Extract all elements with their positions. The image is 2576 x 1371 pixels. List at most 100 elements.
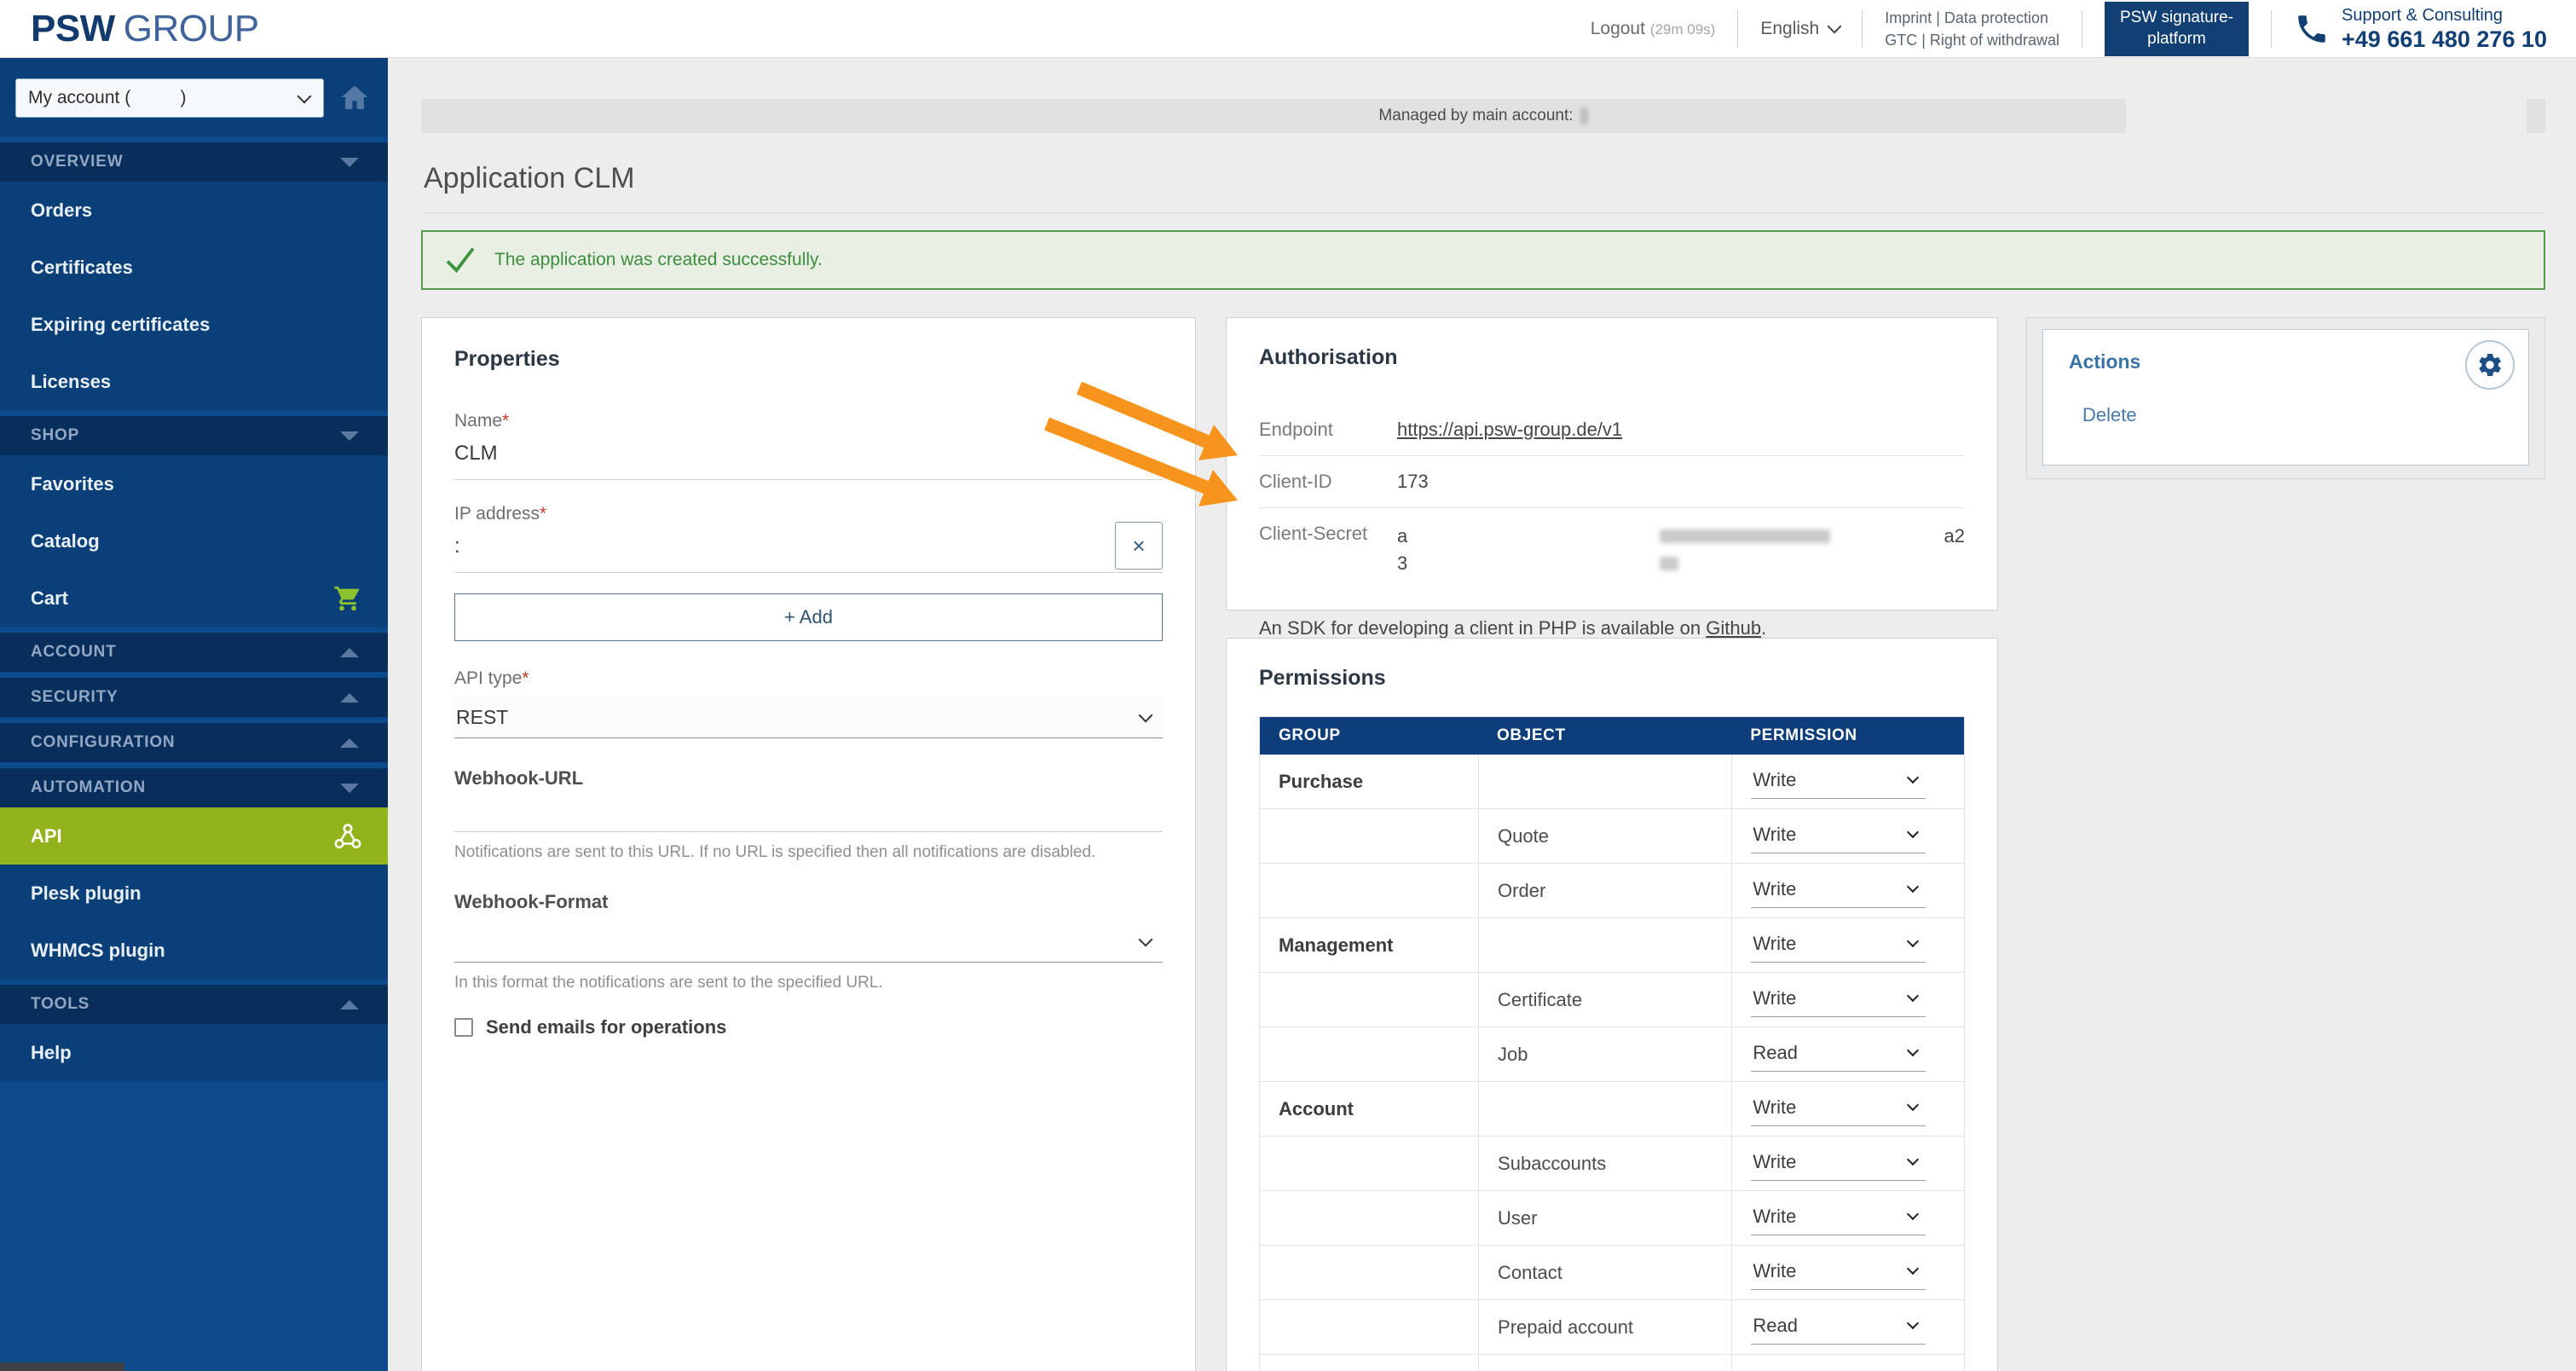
- sidebar-section-header-account[interactable]: ACCOUNT: [0, 633, 388, 672]
- permission-select[interactable]: Write: [1751, 819, 1926, 853]
- permissions-card: Permissions GROUP OBJECT PERMISSION Purc…: [1226, 638, 1998, 1371]
- sidebar-item-label: Certificates: [31, 257, 133, 279]
- cart-icon: [333, 584, 362, 613]
- webhook-url-input[interactable]: [454, 795, 1163, 832]
- table-row: Contact Write: [1260, 1246, 1964, 1300]
- account-select[interactable]: My account ( ): [15, 78, 324, 118]
- required-marker: *: [522, 668, 528, 688]
- permission-select[interactable]: Write: [1751, 1200, 1926, 1235]
- github-link[interactable]: Github: [1706, 617, 1761, 639]
- client-secret-line2-start: 3: [1397, 552, 1407, 574]
- permission-select[interactable]: Write: [1751, 764, 1926, 799]
- chevron-down-icon: [1907, 1317, 1919, 1329]
- object-cell: Job: [1498, 1044, 1528, 1066]
- authorisation-card-title: Authorisation: [1259, 345, 1965, 370]
- sidebar-item-cart[interactable]: Cart: [0, 570, 388, 627]
- sidebar-item-plesk-plugin[interactable]: Plesk plugin: [0, 865, 388, 922]
- sidebar-item-expiring-certificates[interactable]: Expiring certificates: [0, 296, 388, 353]
- sidebar-item-licenses[interactable]: Licenses: [0, 353, 388, 410]
- permission-select[interactable]: Write: [1751, 982, 1926, 1017]
- permissions-card-title: Permissions: [1259, 666, 1965, 691]
- webhook-format-select[interactable]: [454, 922, 1163, 963]
- webhook-format-label: Webhook-Format: [454, 891, 1163, 913]
- sidebar-item-favorites[interactable]: Favorites: [0, 455, 388, 512]
- client-secret-row: Client-Secret a a2 3: [1259, 508, 1965, 592]
- remove-ip-button[interactable]: ×: [1115, 522, 1163, 570]
- signature-button-line1: PSW signature-: [2120, 8, 2233, 29]
- permission-select[interactable]: Write: [1751, 1146, 1926, 1181]
- ip-address-field[interactable]: :: [454, 535, 1163, 573]
- section-label: ACCOUNT: [31, 643, 117, 662]
- sidebar-item-api[interactable]: API: [0, 807, 388, 865]
- client-secret-line1-start: a: [1397, 525, 1407, 547]
- phone-icon: [2294, 11, 2330, 47]
- section-label: AUTOMATION: [31, 778, 146, 797]
- settings-button[interactable]: [2465, 340, 2515, 390]
- send-emails-checkbox[interactable]: [454, 1018, 473, 1037]
- permission-select[interactable]: Read: [1751, 1310, 1926, 1345]
- header-separator: [1737, 10, 1738, 48]
- legal-links-line2[interactable]: GTC | Right of withdrawal: [1885, 29, 2059, 51]
- client-secret-line1-end: a2: [1944, 523, 1965, 550]
- sidebar-section-header-configuration[interactable]: CONFIGURATION: [0, 723, 388, 762]
- webhook-url-label: Webhook-URL: [454, 767, 1163, 790]
- permission-select[interactable]: Write: [1751, 873, 1926, 908]
- sidebar-item-help[interactable]: Help: [0, 1024, 388, 1081]
- permission-select[interactable]: Write: [1751, 1255, 1926, 1290]
- bottom-bar: [0, 1362, 124, 1371]
- chevron-down-icon: [340, 431, 359, 441]
- properties-card-title: Properties: [454, 347, 1163, 372]
- gear-icon: [2476, 351, 2504, 379]
- client-id-value: 173: [1397, 471, 1965, 493]
- sidebar-section-configuration: CONFIGURATION: [0, 723, 388, 762]
- sidebar-item-label: Licenses: [31, 371, 111, 393]
- group-cell: Management: [1279, 934, 1393, 957]
- endpoint-link[interactable]: https://api.psw-group.de/v1: [1397, 419, 1622, 440]
- permission-select[interactable]: Read: [1751, 1037, 1926, 1072]
- sidebar-item-orders[interactable]: Orders: [0, 182, 388, 239]
- properties-card: Properties Name* CLM IP address* : × + A…: [421, 317, 1196, 1371]
- delete-action-link[interactable]: Delete: [2082, 404, 2137, 426]
- chevron-down-icon: [1907, 935, 1919, 947]
- chevron-up-icon: [340, 693, 359, 703]
- sidebar-item-certificates[interactable]: Certificates: [0, 239, 388, 296]
- name-field[interactable]: CLM: [454, 442, 1163, 480]
- api-type-label: API type*: [454, 668, 1163, 689]
- sidebar-section-overview: OVERVIEW Orders Certificates Expiring ce…: [0, 142, 388, 410]
- sidebar-item-catalog[interactable]: Catalog: [0, 512, 388, 570]
- home-icon[interactable]: [338, 81, 372, 115]
- header-separator: [1862, 10, 1863, 48]
- psw-signature-platform-button[interactable]: PSW signature- platform: [2105, 2, 2249, 55]
- top-header: PSW GROUP Logout (29m 09s) English Impri…: [0, 0, 2576, 58]
- support-phone-number[interactable]: +49 661 480 276 10: [2342, 26, 2547, 53]
- sidebar-item-whmcs-plugin[interactable]: WHMCS plugin: [0, 922, 388, 979]
- sidebar-section-header-automation[interactable]: AUTOMATION: [0, 768, 388, 807]
- sidebar-section-header-security[interactable]: SECURITY: [0, 678, 388, 717]
- object-cell: Quote: [1498, 825, 1549, 847]
- managed-by-banner: Managed by main account:: [421, 99, 2545, 133]
- table-row: Account Write: [1260, 1082, 1964, 1137]
- sidebar-section-header-tools[interactable]: TOOLS: [0, 985, 388, 1024]
- permission-select[interactable]: Write: [1751, 928, 1926, 963]
- logo-group: GROUP: [124, 8, 259, 50]
- table-row: Prepaid account Read: [1260, 1300, 1964, 1355]
- support-contact: Support & Consulting +49 661 480 276 10: [2294, 5, 2547, 53]
- add-ip-button[interactable]: + Add: [454, 593, 1163, 641]
- chevron-down-icon: [1907, 826, 1919, 838]
- section-label: SHOP: [31, 426, 79, 445]
- permission-select[interactable]: Write: [1751, 1091, 1926, 1126]
- success-alert-message: The application was created successfully…: [494, 250, 823, 270]
- sidebar-section-header-overview[interactable]: OVERVIEW: [0, 142, 388, 182]
- sidebar-navigation: My account ( ) OVERVIEW Orders Certifica…: [0, 58, 388, 1371]
- sidebar-section-header-shop[interactable]: SHOP: [0, 416, 388, 455]
- language-select[interactable]: English: [1760, 19, 1840, 39]
- chevron-down-icon: [340, 158, 359, 167]
- authorisation-card: Authorisation Endpoint https://api.psw-g…: [1226, 317, 1998, 610]
- chevron-down-icon: [1139, 932, 1153, 946]
- table-row: Certificate Write: [1260, 973, 1964, 1027]
- client-id-label: Client-ID: [1259, 471, 1397, 493]
- language-label: English: [1760, 19, 1819, 39]
- logout-link[interactable]: Logout (29m 09s): [1591, 19, 1716, 39]
- api-type-select[interactable]: REST: [454, 697, 1163, 738]
- legal-links-line1[interactable]: Imprint | Data protection: [1885, 7, 2059, 29]
